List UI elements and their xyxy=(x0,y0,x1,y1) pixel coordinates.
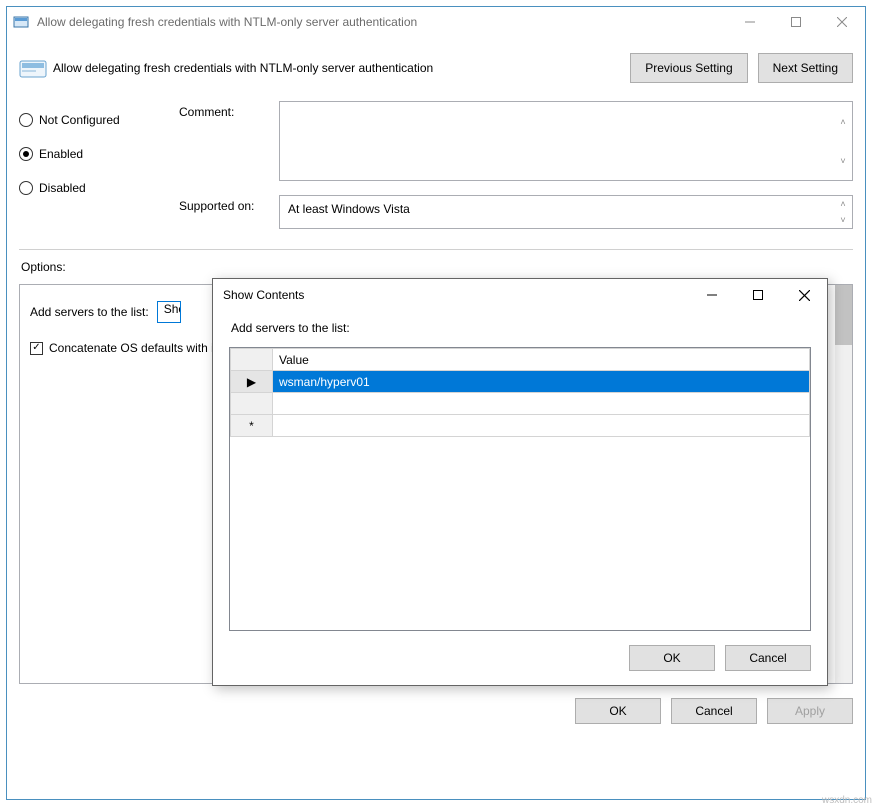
radio-label: Not Configured xyxy=(39,113,120,127)
comment-textarea[interactable]: ˄˅ xyxy=(279,101,853,181)
dialog-cancel-label: Cancel xyxy=(749,651,786,665)
supported-on-field: At least Windows Vista ˄˅ xyxy=(279,195,853,229)
dialog-minimize-button[interactable] xyxy=(689,279,735,311)
window-titlebar: Allow delegating fresh credentials with … xyxy=(7,7,865,37)
checkbox-icon: ✓ xyxy=(30,342,43,355)
grid-cell[interactable] xyxy=(273,393,810,415)
radio-icon xyxy=(19,147,33,161)
show-button-label: Show... xyxy=(164,302,181,316)
scrollbar-thumb[interactable] xyxy=(835,285,852,345)
cancel-button[interactable]: Cancel xyxy=(671,698,757,724)
dialog-titlebar: Show Contents xyxy=(213,279,827,311)
radio-label: Disabled xyxy=(39,181,86,195)
grid-corner xyxy=(231,349,273,371)
cancel-label: Cancel xyxy=(695,704,732,718)
show-button[interactable]: Show... xyxy=(157,301,181,323)
policy-title: Allow delegating fresh credentials with … xyxy=(53,61,620,75)
show-contents-dialog: Show Contents Add servers to the list: V… xyxy=(212,278,828,686)
dialog-maximize-button[interactable] xyxy=(735,279,781,311)
policy-icon xyxy=(13,14,29,30)
supported-on-label: Supported on: xyxy=(179,195,279,229)
radio-not-configured[interactable]: Not Configured xyxy=(19,103,179,137)
maximize-button[interactable] xyxy=(773,7,819,37)
dialog-title: Show Contents xyxy=(223,288,689,302)
policy-header: Allow delegating fresh credentials with … xyxy=(19,47,853,89)
dialog-list-label: Add servers to the list: xyxy=(231,321,811,335)
grid-column-header[interactable]: Value xyxy=(273,349,810,371)
chevron-up-icon[interactable]: ˄ xyxy=(834,102,852,141)
radio-disabled[interactable]: Disabled xyxy=(19,171,179,205)
options-label: Options: xyxy=(21,260,853,274)
close-button[interactable] xyxy=(819,7,865,37)
previous-setting-button[interactable]: Previous Setting xyxy=(630,53,747,83)
grid-row[interactable] xyxy=(231,393,810,415)
grid-row[interactable]: * xyxy=(231,415,810,437)
radio-icon xyxy=(19,113,33,127)
ok-label: OK xyxy=(609,704,626,718)
window-title: Allow delegating fresh credentials with … xyxy=(37,15,727,29)
apply-label: Apply xyxy=(795,704,825,718)
supported-on-value: At least Windows Vista xyxy=(288,202,410,216)
policy-item-icon xyxy=(19,57,47,79)
ok-button[interactable]: OK xyxy=(575,698,661,724)
grid-cell[interactable]: wsman/hyperv01 xyxy=(273,371,810,393)
apply-button[interactable]: Apply xyxy=(767,698,853,724)
grid-row[interactable]: ▶ wsman/hyperv01 xyxy=(231,371,810,393)
add-servers-label: Add servers to the list: xyxy=(30,305,149,319)
next-setting-label: Next Setting xyxy=(773,61,838,75)
grid-cell[interactable] xyxy=(273,415,810,437)
radio-label: Enabled xyxy=(39,147,83,161)
row-marker-icon: * xyxy=(231,415,273,437)
minimize-button[interactable] xyxy=(727,7,773,37)
chevron-up-icon[interactable]: ˄ xyxy=(834,196,852,212)
server-list-grid[interactable]: Value ▶ wsman/hyperv01 * xyxy=(229,347,811,631)
dialog-cancel-button[interactable]: Cancel xyxy=(725,645,811,671)
radio-icon xyxy=(19,181,33,195)
divider xyxy=(19,249,853,250)
chevron-down-icon[interactable]: ˅ xyxy=(834,141,852,180)
previous-setting-label: Previous Setting xyxy=(645,61,732,75)
row-marker-icon xyxy=(231,393,273,415)
next-setting-button[interactable]: Next Setting xyxy=(758,53,853,83)
comment-label: Comment: xyxy=(179,101,279,181)
dialog-close-button[interactable] xyxy=(781,279,827,311)
radio-enabled[interactable]: Enabled xyxy=(19,137,179,171)
chevron-down-icon[interactable]: ˅ xyxy=(834,212,852,228)
watermark: wsxdn.com xyxy=(822,795,872,806)
row-marker-icon: ▶ xyxy=(231,371,273,393)
dialog-ok-button[interactable]: OK xyxy=(629,645,715,671)
dialog-ok-label: OK xyxy=(663,651,680,665)
